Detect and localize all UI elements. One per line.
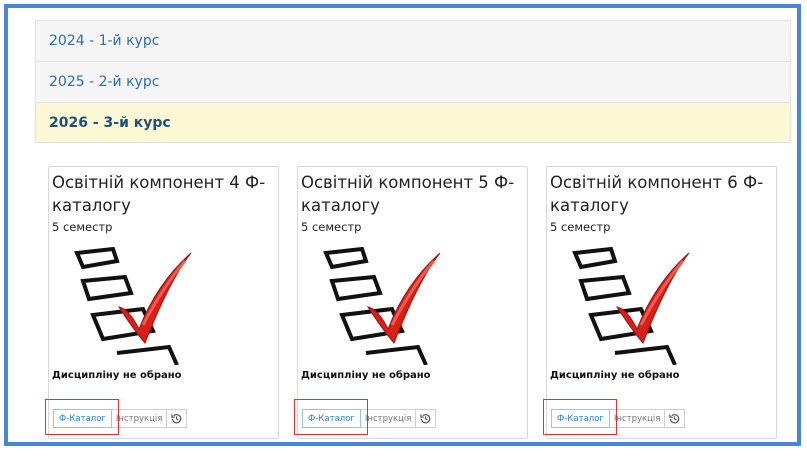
screenshot-frame: 2024 - 1-й курс 2025 - 2-й курс 2026 - 3… (4, 4, 801, 446)
course-card: Освітній компонент 6 Ф-каталогу 5 семест… (543, 166, 777, 439)
instruction-button[interactable]: Інструкція (111, 409, 168, 428)
history-button[interactable] (167, 409, 188, 428)
accordion-year-2025[interactable]: 2025 - 2-й курс (35, 61, 791, 102)
history-button[interactable] (665, 409, 686, 428)
history-icon (420, 414, 431, 424)
card-semester: 5 семестр (550, 220, 611, 234)
card-title: Освітній компонент 5 Ф-каталогу (301, 173, 515, 215)
accordion-year-2026[interactable]: 2026 - 3-й курс (35, 102, 791, 143)
selection-status: Дисципліну не обрано (301, 370, 431, 381)
course-cards: Освітній компонент 4 Ф-каталогу 5 семест… (35, 153, 791, 442)
card-semester: 5 семестр (52, 220, 113, 234)
checkbox-checkmark-image (74, 247, 192, 365)
history-icon (171, 414, 182, 424)
f-catalog-button[interactable]: Ф-Каталог (302, 409, 361, 428)
checkbox-checkmark-image (323, 247, 441, 365)
course-card: Освітній компонент 5 Ф-каталогу 5 семест… (294, 166, 528, 439)
accordion-year-2024[interactable]: 2024 - 1-й курс (35, 20, 791, 61)
f-catalog-button[interactable]: Ф-Каталог (53, 409, 112, 428)
history-icon (669, 414, 680, 424)
course-card: Освітній компонент 4 Ф-каталогу 5 семест… (45, 166, 279, 439)
card-actions: Ф-Каталог Інструкція (45, 399, 188, 435)
card-title: Освітній компонент 4 Ф-каталогу (52, 173, 266, 215)
selection-status: Дисципліну не обрано (52, 370, 182, 381)
instruction-button[interactable]: Інструкція (360, 409, 417, 428)
instruction-button[interactable]: Інструкція (609, 409, 666, 428)
selection-status: Дисципліну не обрано (550, 370, 680, 381)
f-catalog-button[interactable]: Ф-Каталог (551, 409, 610, 428)
checkbox-checkmark-image (572, 247, 690, 365)
history-button[interactable] (416, 409, 437, 428)
course-accordion: 2024 - 1-й курс 2025 - 2-й курс 2026 - 3… (35, 20, 791, 442)
card-actions: Ф-Каталог Інструкція (543, 399, 686, 435)
card-actions: Ф-Каталог Інструкція (294, 399, 437, 435)
card-semester: 5 семестр (301, 220, 362, 234)
card-title: Освітній компонент 6 Ф-каталогу (550, 173, 764, 215)
